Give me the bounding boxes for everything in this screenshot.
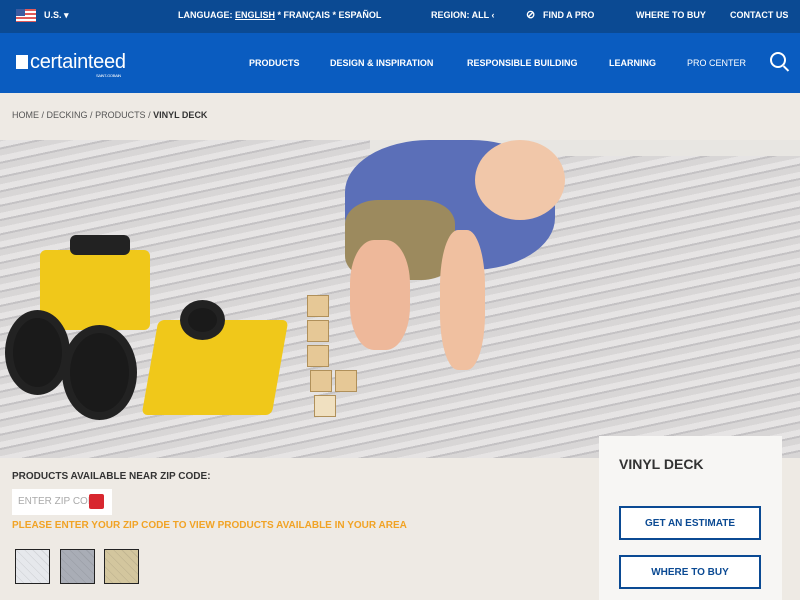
us-flag-icon[interactable] bbox=[16, 9, 36, 22]
breadcrumb-decking[interactable]: DECKING / bbox=[47, 110, 93, 120]
nav-design-inspiration[interactable]: DESIGN & INSPIRATION bbox=[330, 58, 433, 68]
language-selector: LANGUAGE: ENGLISH * FRANÇAIS * ESPAÑOL bbox=[178, 10, 382, 20]
region-selector[interactable]: REGION: ALL ‹ bbox=[431, 10, 495, 20]
nav-learning[interactable]: LEARNING bbox=[609, 58, 656, 68]
where-to-buy-button[interactable]: WHERE TO BUY bbox=[619, 555, 761, 589]
product-title: VINYL DECK bbox=[619, 456, 704, 472]
swatch-white[interactable] bbox=[15, 549, 50, 584]
language-english[interactable]: ENGLISH bbox=[235, 10, 275, 20]
search-icon[interactable] bbox=[770, 52, 786, 68]
contact-us-link[interactable]: CONTACT US bbox=[730, 10, 788, 20]
nav-responsible-building[interactable]: RESPONSIBLE BUILDING bbox=[467, 58, 578, 68]
zip-warning: PLEASE ENTER YOUR ZIP CODE TO VIEW PRODU… bbox=[12, 520, 407, 531]
find-a-pro-link[interactable]: FIND A PRO bbox=[543, 10, 594, 20]
certainteed-logo[interactable]: certainteed SAINT-GOBAIN bbox=[16, 51, 126, 78]
nav-pro-center[interactable]: PRO CENTER bbox=[687, 58, 746, 68]
breadcrumb-home[interactable]: HOME / bbox=[12, 110, 44, 120]
country-selector[interactable]: U.S. ▾ bbox=[44, 10, 69, 21]
pin-icon: ⊘ bbox=[526, 9, 536, 21]
zip-label: PRODUCTS AVAILABLE NEAR ZIP CODE: bbox=[12, 471, 211, 482]
hero-image bbox=[0, 140, 800, 458]
language-others[interactable]: * FRANÇAIS * ESPAÑOL bbox=[275, 10, 382, 20]
breadcrumb: HOME / DECKING / PRODUCTS / VINYL DECK bbox=[12, 110, 207, 120]
breadcrumb-current: VINYL DECK bbox=[153, 110, 208, 120]
swatch-tan[interactable] bbox=[104, 549, 139, 584]
where-to-buy-link[interactable]: WHERE TO BUY bbox=[636, 10, 706, 20]
product-sidebar: VINYL DECK GET AN ESTIMATE WHERE TO BUY bbox=[599, 436, 782, 600]
zip-submit-icon[interactable] bbox=[89, 494, 104, 509]
get-estimate-button[interactable]: GET AN ESTIMATE bbox=[619, 506, 761, 540]
utility-bar: U.S. ▾ LANGUAGE: ENGLISH * FRANÇAIS * ES… bbox=[0, 0, 800, 33]
swatch-gray[interactable] bbox=[60, 549, 95, 584]
main-nav: certainteed SAINT-GOBAIN PRODUCTS DESIGN … bbox=[0, 33, 800, 93]
breadcrumb-products[interactable]: PRODUCTS / bbox=[95, 110, 151, 120]
nav-products[interactable]: PRODUCTS bbox=[249, 58, 300, 68]
